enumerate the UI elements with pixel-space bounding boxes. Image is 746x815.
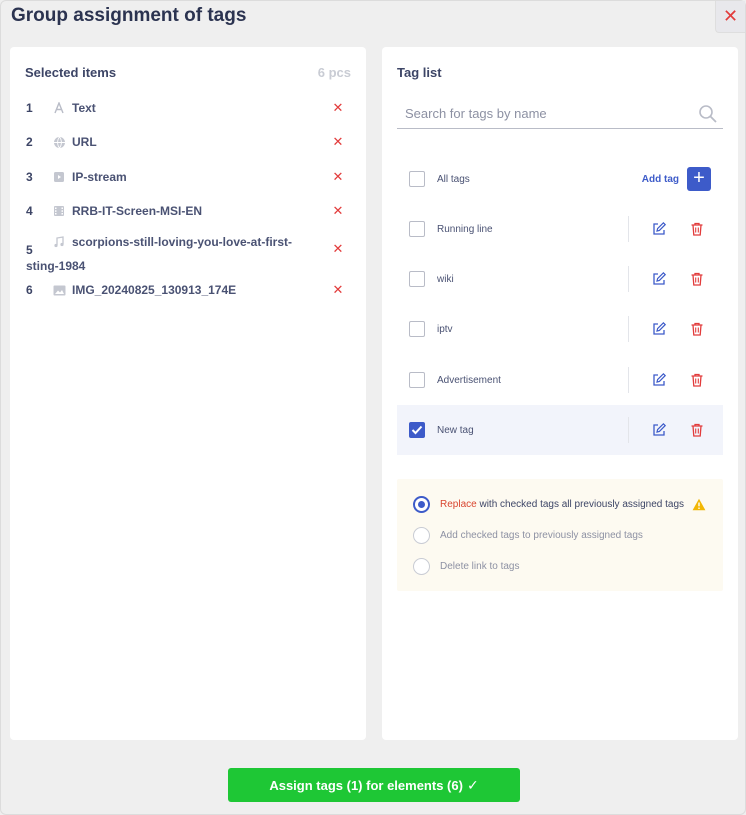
selected-item: 1 Text ✕	[26, 100, 346, 116]
tag-checkbox[interactable]	[409, 221, 425, 237]
selected-items-count: 6 pcs	[317, 65, 351, 80]
search-icon[interactable]	[697, 103, 719, 125]
item-number: 1	[26, 101, 33, 115]
selected-item: 3 IP-stream ✕	[26, 169, 346, 185]
option-add-label: Add checked tags to previously assigned …	[440, 530, 643, 541]
tag-list-panel: Tag list All tags Add tag + Running line…	[382, 47, 738, 740]
trash-icon[interactable]	[689, 321, 705, 337]
tag-label: Running line	[437, 223, 493, 235]
selected-item: 4 RRB-IT-Screen-MSI-EN ✕	[26, 203, 346, 219]
globe-icon	[48, 134, 70, 150]
remove-item-button[interactable]: ✕	[330, 169, 346, 185]
trash-icon[interactable]	[689, 221, 705, 237]
tag-label: wiki	[437, 273, 454, 285]
check-icon: ✓	[466, 776, 479, 793]
remove-item-button[interactable]: ✕	[330, 241, 346, 257]
row-divider	[628, 216, 629, 242]
item-label: IMG_20240825_130913_174E	[72, 283, 237, 297]
stream-icon	[48, 169, 70, 185]
tag-search-input[interactable]	[397, 106, 697, 121]
option-replace[interactable]: Replace with checked tags all previously…	[413, 496, 706, 513]
trash-icon[interactable]	[689, 271, 705, 287]
tag-list-title: Tag list	[397, 65, 442, 80]
tag-assignment-dialog: Group assignment of tags ✕ Selected item…	[0, 0, 746, 815]
item-label: scorpions-still-loving-you-love-at-first…	[72, 235, 293, 249]
tag-label: New tag	[437, 424, 474, 436]
item-number: 3	[26, 170, 33, 184]
tag-checkbox[interactable]	[409, 271, 425, 287]
item-number: 6	[26, 283, 33, 297]
edit-icon[interactable]	[651, 321, 667, 337]
dialog-title: Group assignment of tags	[11, 5, 247, 26]
tag-label: Advertisement	[437, 374, 501, 386]
trash-icon[interactable]	[689, 422, 705, 438]
tag-checkbox[interactable]	[409, 372, 425, 388]
option-replace-radio[interactable]	[413, 496, 430, 513]
row-divider	[628, 417, 629, 443]
plus-icon: +	[693, 167, 705, 189]
tag-row: wiki	[397, 254, 723, 304]
row-divider	[628, 316, 629, 342]
edit-icon[interactable]	[651, 422, 667, 438]
tag-checkbox[interactable]	[409, 422, 425, 438]
tag-checkbox[interactable]	[409, 321, 425, 337]
assign-tags-label: Assign tags (1) for elements (6)	[269, 777, 463, 793]
tag-row: iptv	[397, 304, 723, 354]
tag-row: New tag	[397, 405, 723, 455]
item-label: IP-stream	[72, 170, 127, 184]
assignment-mode-options: Replace with checked tags all previously…	[397, 479, 723, 591]
option-replace-label: Replace with checked tags all previously…	[440, 499, 684, 510]
option-add[interactable]: Add checked tags to previously assigned …	[413, 527, 643, 544]
selected-items-header: Selected items 6 pcs	[25, 65, 351, 80]
tag-row: Advertisement	[397, 355, 723, 405]
remove-item-button[interactable]: ✕	[330, 100, 346, 116]
item-label-continued: sting-1984	[26, 259, 86, 273]
assign-tags-button[interactable]: Assign tags (1) for elements (6) ✓	[228, 768, 520, 802]
remove-item-button[interactable]: ✕	[330, 203, 346, 219]
film-icon	[48, 203, 70, 219]
selected-item: 2 URL ✕	[26, 134, 346, 150]
selected-item: 6 IMG_20240825_130913_174E ✕	[26, 282, 346, 298]
music-icon	[48, 234, 70, 250]
option-delete[interactable]: Delete link to tags	[413, 558, 520, 575]
all-tags-label: All tags	[437, 173, 470, 185]
option-replace-accent: Replace	[440, 499, 477, 510]
warning-icon	[692, 498, 706, 511]
edit-icon[interactable]	[651, 372, 667, 388]
add-tag-button[interactable]: +	[687, 167, 711, 191]
item-number: 5	[26, 243, 33, 257]
tag-label: iptv	[437, 323, 453, 335]
text-icon	[48, 100, 70, 116]
checkmark-icon	[411, 425, 423, 435]
close-button[interactable]: ✕	[715, 1, 745, 33]
option-delete-label: Delete link to tags	[440, 561, 520, 572]
image-icon	[48, 282, 70, 298]
all-tags-row: All tags Add tag +	[397, 154, 723, 204]
add-tag-link[interactable]: Add tag	[642, 174, 679, 185]
remove-item-button[interactable]: ✕	[330, 282, 346, 298]
item-label: Text	[72, 101, 96, 115]
item-number: 4	[26, 204, 33, 218]
item-label: URL	[72, 135, 97, 149]
selected-items-title: Selected items	[25, 65, 117, 80]
close-icon: ✕	[722, 6, 739, 26]
all-tags-checkbox[interactable]	[409, 171, 425, 187]
row-divider	[628, 266, 629, 292]
remove-item-button[interactable]: ✕	[330, 134, 346, 150]
option-replace-text: with checked tags all previously assigne…	[476, 499, 685, 510]
edit-icon[interactable]	[651, 271, 667, 287]
selected-item: 5 scorpions-still-loving-you-love-at-fir…	[26, 234, 346, 274]
tag-row: Running line	[397, 204, 723, 254]
trash-icon[interactable]	[689, 372, 705, 388]
option-add-radio[interactable]	[413, 527, 430, 544]
edit-icon[interactable]	[651, 221, 667, 237]
row-divider	[628, 367, 629, 393]
item-number: 2	[26, 135, 33, 149]
item-label: RRB-IT-Screen-MSI-EN	[72, 204, 203, 218]
option-delete-radio[interactable]	[413, 558, 430, 575]
tag-search	[397, 99, 723, 129]
selected-items-panel: Selected items 6 pcs 1 Text ✕ 2 URL ✕ 3 …	[10, 47, 366, 740]
